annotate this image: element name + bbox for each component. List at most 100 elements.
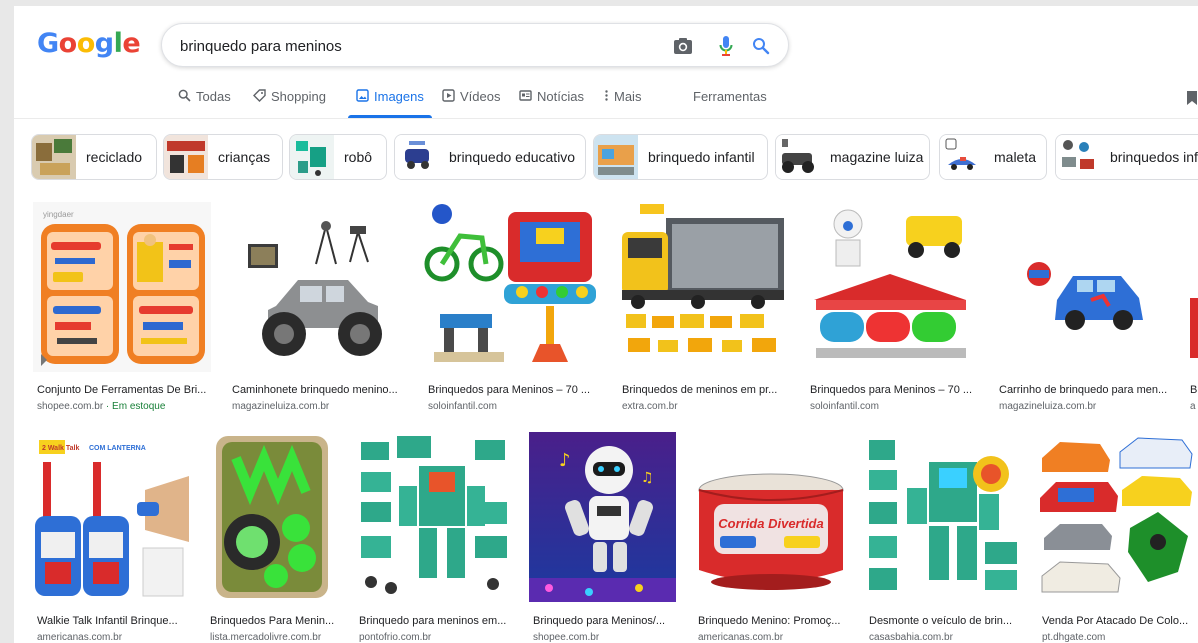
tab-shopping[interactable]: Shopping bbox=[253, 86, 326, 118]
result-thumbnail[interactable] bbox=[865, 432, 1021, 602]
tab-todas[interactable]: Todas bbox=[178, 86, 231, 118]
bookmark-icon[interactable] bbox=[1186, 90, 1198, 111]
image-result[interactable]: Brinquedos de meninos em pr... extra.com… bbox=[618, 202, 798, 412]
result-source[interactable]: casasbahia.com.br bbox=[869, 632, 1025, 643]
chip-thumbnail bbox=[776, 135, 820, 179]
image-result[interactable]: Brinquedo para meninos em... pontofrio.c… bbox=[355, 432, 525, 643]
result-source[interactable]: magazineluiza.com.br bbox=[232, 401, 408, 412]
image-result[interactable]: ♪ ♫ Brinquedo para Meninos/... shopee.co… bbox=[529, 432, 689, 643]
result-source[interactable]: a bbox=[1190, 401, 1198, 412]
chip-thumbnail bbox=[940, 135, 984, 179]
result-title[interactable]: Brinquedo para Meninos/... bbox=[533, 615, 678, 627]
result-source[interactable]: pt.dhgate.com bbox=[1042, 632, 1198, 643]
tab-mais[interactable]: Mais bbox=[604, 86, 641, 118]
chip-brinquedos-infa[interactable]: brinquedos infa bbox=[1055, 134, 1198, 180]
chip-label: reciclado bbox=[86, 149, 143, 165]
search-icon[interactable] bbox=[750, 35, 772, 57]
image-icon bbox=[356, 89, 369, 102]
result-source[interactable]: soloinfantil.com bbox=[428, 401, 604, 412]
result-title[interactable]: Brinquedo Menino: Promoç... bbox=[698, 615, 846, 627]
result-source[interactable]: extra.com.br bbox=[622, 401, 794, 412]
result-source[interactable]: shopee.com.br · Em estoque bbox=[37, 401, 213, 412]
result-thumbnail[interactable]: Corrida Divertida bbox=[694, 432, 848, 602]
chip-thumbnail bbox=[164, 135, 208, 179]
chip-brinquedo-educativo[interactable]: brinquedo educativo bbox=[394, 134, 586, 180]
result-source[interactable]: soloinfantil.com bbox=[810, 401, 980, 412]
tab-noticias[interactable]: Notícias bbox=[519, 86, 584, 118]
result-source[interactable]: lista.mercadolivre.com.br bbox=[210, 632, 350, 643]
result-source[interactable]: shopee.com.br bbox=[533, 632, 680, 643]
image-result[interactable]: Brinquedos para Meninos – 70 ... soloinf… bbox=[806, 202, 986, 412]
camera-icon[interactable] bbox=[672, 35, 694, 57]
music-note-icon: ♫ bbox=[641, 470, 654, 486]
result-thumbnail[interactable] bbox=[806, 202, 976, 372]
chip-thumbnail bbox=[32, 135, 76, 179]
play-icon bbox=[442, 89, 455, 102]
tools-button[interactable]: Ferramentas bbox=[693, 89, 767, 104]
result-thumbnail[interactable]: ♪ ♫ bbox=[529, 432, 676, 602]
search-input[interactable] bbox=[180, 35, 660, 57]
image-result[interactable]: Venda Por Atacado De Colo... pt.dhgate.c… bbox=[1038, 432, 1198, 643]
result-thumbnail[interactable] bbox=[424, 202, 600, 372]
image-result[interactable]: Brinquedos para Meninos – 70 ... soloinf… bbox=[424, 202, 604, 412]
result-thumbnail[interactable]: yingdaer bbox=[33, 202, 211, 372]
brand-text: yingdaer bbox=[43, 210, 74, 219]
result-title[interactable]: Brinquedos de meninos em pr... bbox=[622, 384, 792, 396]
chip-robo[interactable]: robô bbox=[289, 134, 387, 180]
tab-imagens[interactable]: Imagens bbox=[348, 86, 432, 118]
image-result[interactable]: Brinquedos Para Menin... lista.mercadoli… bbox=[206, 432, 366, 643]
result-thumbnail[interactable] bbox=[995, 202, 1171, 372]
result-title[interactable]: Walkie Talk Infantil Brinque... bbox=[37, 615, 187, 627]
microphone-icon[interactable] bbox=[715, 35, 737, 57]
tab-videos[interactable]: Vídeos bbox=[442, 86, 500, 118]
chip-label: robô bbox=[344, 149, 373, 165]
result-title[interactable]: B bbox=[1190, 384, 1198, 396]
chip-thumbnail bbox=[395, 135, 439, 179]
chip-thumbnail bbox=[290, 135, 334, 179]
result-thumbnail[interactable]: 2 Walk Talk COM LANTERNA bbox=[33, 432, 189, 602]
music-note-icon: ♪ bbox=[559, 450, 571, 471]
logo-letter: G bbox=[37, 28, 59, 59]
result-thumbnail[interactable] bbox=[228, 202, 406, 372]
image-result[interactable]: Corrida Divertida Brinquedo Menino: Prom… bbox=[694, 432, 854, 643]
product-text: Corrida Divertida bbox=[718, 516, 823, 531]
result-title[interactable]: Carrinho de brinquedo para men... bbox=[999, 384, 1169, 396]
chip-maleta[interactable]: maleta bbox=[939, 134, 1047, 180]
badge-text: COM LANTERNA bbox=[89, 445, 146, 452]
image-result[interactable]: Carrinho de brinquedo para men... magazi… bbox=[995, 202, 1175, 412]
tab-label: Shopping bbox=[271, 89, 326, 104]
result-thumbnail[interactable] bbox=[206, 432, 338, 602]
result-thumbnail[interactable] bbox=[355, 432, 511, 602]
result-title[interactable]: Conjunto De Ferramentas De Bri... bbox=[37, 384, 209, 396]
result-thumbnail[interactable] bbox=[1188, 202, 1198, 372]
image-result[interactable]: Desmonte o veículo de brin... casasbahia… bbox=[865, 432, 1035, 643]
chip-criancas[interactable]: crianças bbox=[163, 134, 283, 180]
tab-label: Mais bbox=[614, 89, 642, 104]
result-title[interactable]: Venda Por Atacado De Colo... bbox=[1042, 615, 1192, 627]
chip-brinquedo-infantil[interactable]: brinquedo infantil bbox=[593, 134, 768, 180]
chip-label: brinquedos infa bbox=[1110, 149, 1198, 165]
google-logo[interactable]: Google bbox=[37, 28, 141, 59]
chip-reciclado[interactable]: reciclado bbox=[31, 134, 157, 180]
source-text: shopee.com.br bbox=[37, 401, 104, 412]
image-result[interactable]: B a bbox=[1188, 202, 1198, 412]
chip-magazine-luiza[interactable]: magazine luiza bbox=[775, 134, 930, 180]
result-thumbnail[interactable] bbox=[1038, 432, 1194, 602]
result-title[interactable]: Caminhonete brinquedo menino... bbox=[232, 384, 404, 396]
tab-label: Vídeos bbox=[460, 89, 501, 104]
search-box bbox=[161, 23, 789, 67]
result-title[interactable]: Brinquedos para Meninos – 70 ... bbox=[428, 384, 600, 396]
image-result[interactable]: Caminhonete brinquedo menino... magazine… bbox=[228, 202, 408, 412]
image-result[interactable]: 2 Walk Talk COM LANTERNA Walkie Talk Inf… bbox=[33, 432, 213, 643]
search-icon bbox=[178, 89, 191, 102]
result-source[interactable]: americanas.com.br bbox=[37, 632, 197, 643]
result-title[interactable]: Desmonte o veículo de brin... bbox=[869, 615, 1021, 627]
image-result[interactable]: yingdaer Conjunto De Ferramentas De Bri.… bbox=[33, 202, 213, 412]
result-source[interactable]: pontofrio.com.br bbox=[359, 632, 515, 643]
result-title[interactable]: Brinquedos Para Menin... bbox=[210, 615, 340, 627]
result-thumbnail[interactable] bbox=[618, 202, 790, 372]
result-title[interactable]: Brinquedo para meninos em... bbox=[359, 615, 511, 627]
result-title[interactable]: Brinquedos para Meninos – 70 ... bbox=[810, 384, 978, 396]
result-source[interactable]: magazineluiza.com.br bbox=[999, 401, 1175, 412]
result-source[interactable]: americanas.com.br bbox=[698, 632, 852, 643]
